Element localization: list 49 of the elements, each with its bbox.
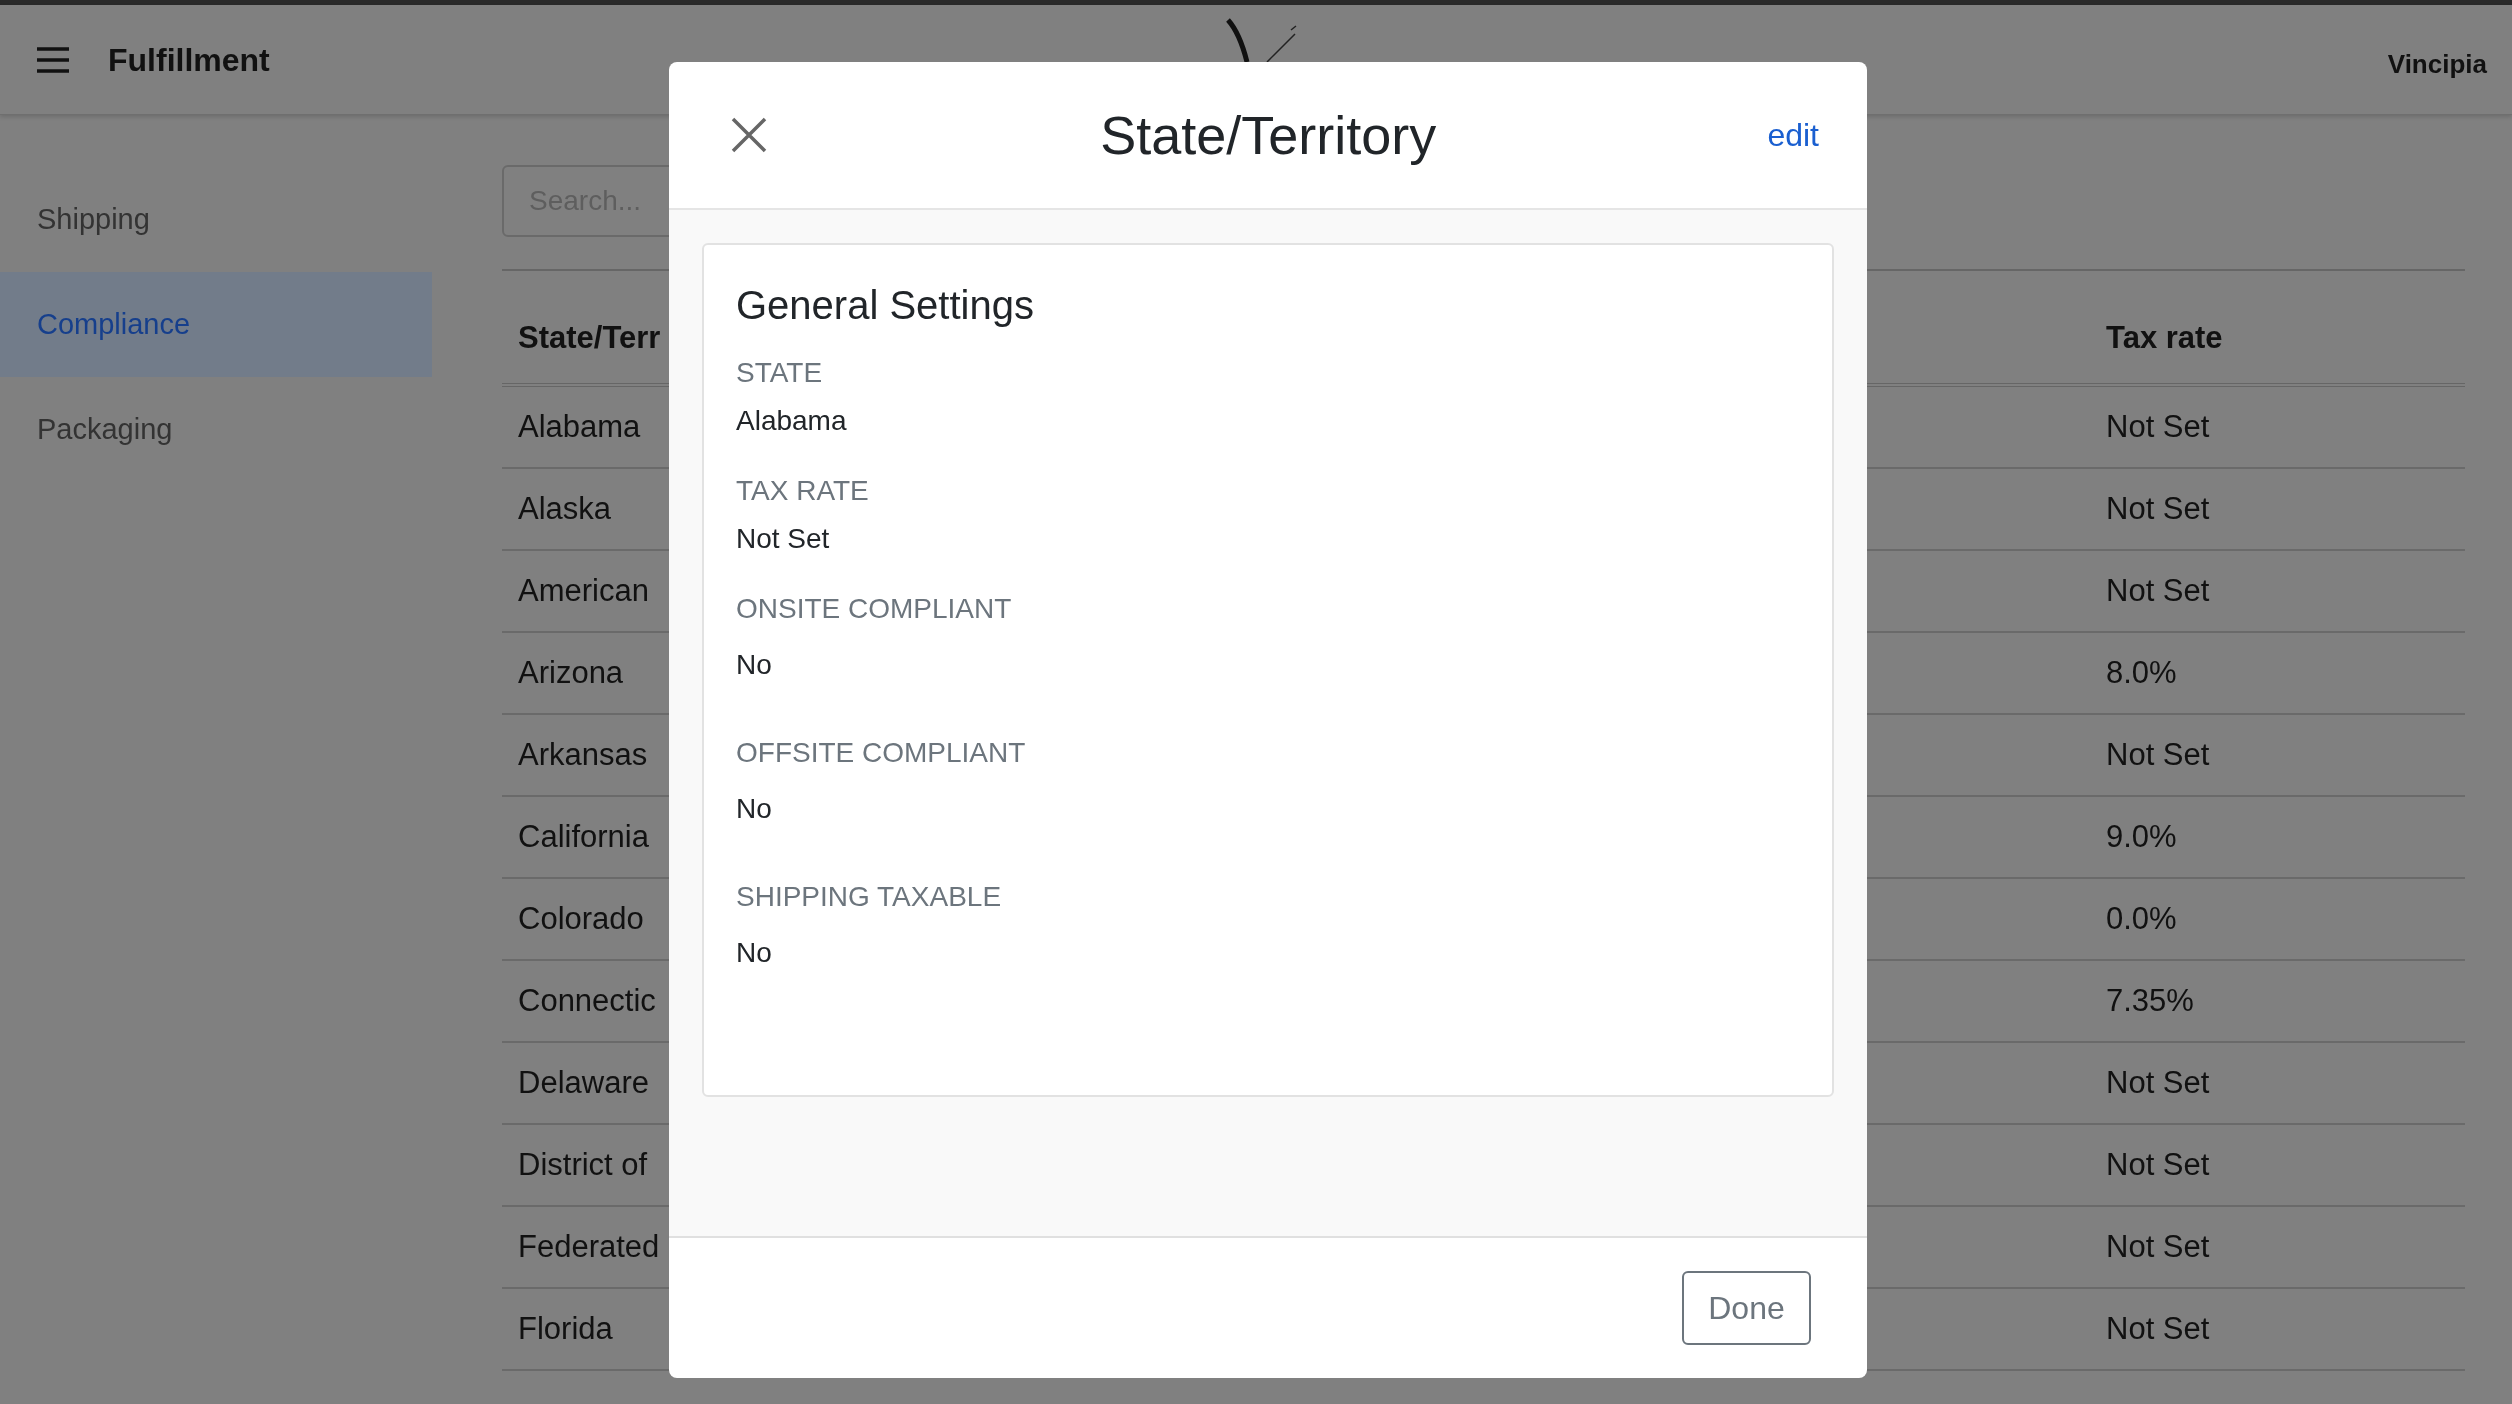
table-cell: Connectic [518,982,656,1018]
table-cell: Not Set [2106,1310,2210,1346]
table-cell: Not Set [2106,1228,2210,1264]
edit-link[interactable]: edit [1767,111,1819,159]
close-icon [730,116,768,154]
field-label: ONSITE COMPLIANT [736,592,1013,626]
table-cell: 7.35% [2106,982,2194,1018]
table-cell: Not Set [2106,1064,2210,1100]
sidebar-item[interactable]: Compliance [0,272,432,377]
table-cell: American [518,572,649,608]
table-cell: Not Set [2106,736,2210,772]
menu-icon [35,45,71,74]
field-value: No [736,936,773,970]
table-cell: Colorado [518,900,644,936]
field-label: OFFSITE COMPLIANT [736,736,1027,770]
table-cell: District of [518,1146,648,1182]
table-cell: Not Set [2106,572,2210,608]
account-name: Vincipia [2387,48,2487,81]
table-cell: Alabama [518,408,641,444]
section-title: General Settings [736,282,1035,329]
column-header: Tax rate [2106,319,2223,355]
table-cell: Arkansas [518,736,648,772]
table-cell: Delaware [518,1064,649,1100]
table-cell: 9.0% [2106,818,2177,854]
table-cell: Alaska [518,490,612,526]
sidebar-item[interactable]: Shipping [0,167,432,272]
column-header: State/Terr [518,319,661,355]
menu-button[interactable] [35,44,71,75]
table-cell: Federated [518,1228,660,1264]
table-cell: California [518,818,649,854]
table-cell: Not Set [2106,490,2210,526]
field-label: SHIPPING TAXABLE [736,880,1003,914]
table-cell: 0.0% [2106,900,2177,936]
field-value: Not Set [736,522,831,556]
field-value: Alabama [736,404,848,438]
app-title: Fulfillment [108,40,270,80]
table-cell: 8.0% [2106,654,2177,690]
field-label: STATE [736,356,824,390]
table-cell: Not Set [2106,1146,2210,1182]
table-cell: Arizona [518,654,624,690]
modal-title: State/Territory [1100,104,1437,165]
table-cell: Not Set [2106,408,2210,444]
sidebar-item[interactable]: Packaging [0,377,432,482]
field-value: No [736,648,773,682]
table-cell: Florida [518,1310,613,1346]
done-button[interactable]: Done [1682,1271,1811,1345]
close-button[interactable] [729,115,769,155]
field-label: TAX RATE [736,474,870,508]
field-value: No [736,792,773,826]
